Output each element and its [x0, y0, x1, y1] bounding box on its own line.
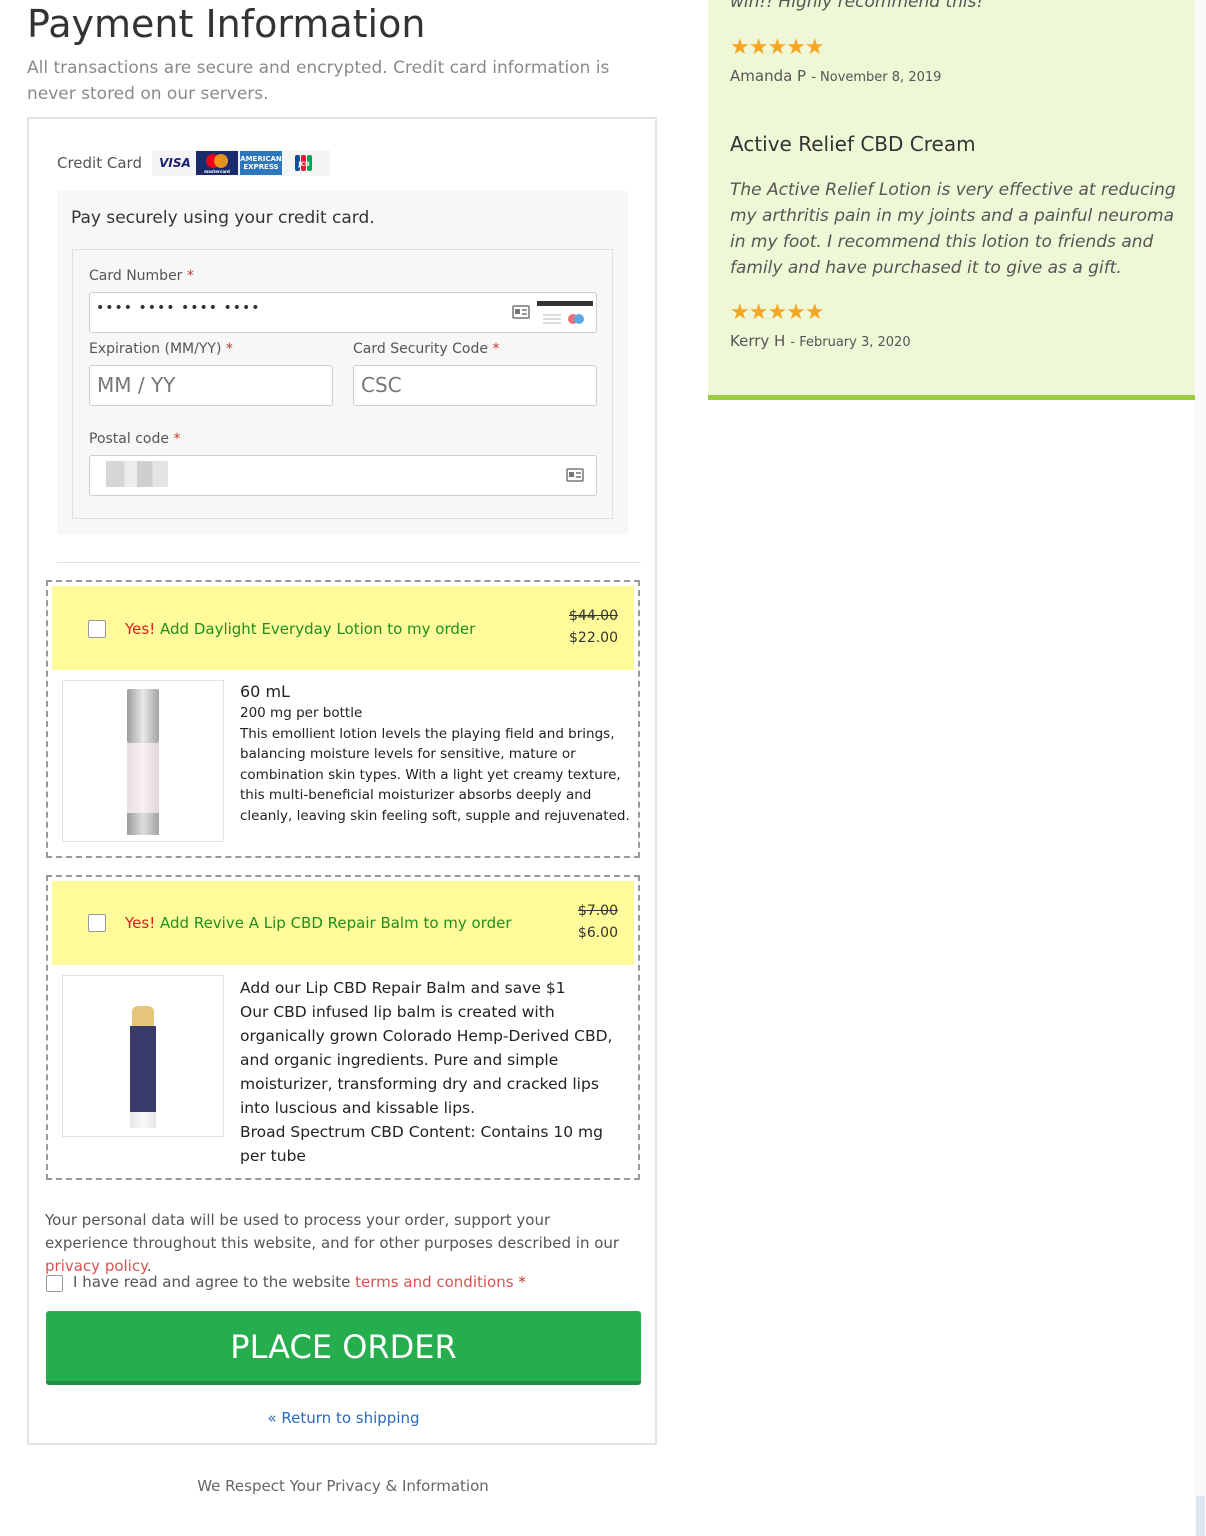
svg-text:mastercard: mastercard	[204, 169, 230, 174]
upsell-new-price: $6.00	[577, 925, 618, 941]
expiration-label: Expiration (MM/YY) *	[89, 341, 233, 357]
upsell-header: Yes! Add Daylight Everyday Lotion to my …	[52, 586, 634, 670]
card-number-label: Card Number *	[89, 268, 194, 284]
upsell-checkbox[interactable]	[88, 914, 106, 932]
place-order-button[interactable]: PLACE ORDER	[46, 1311, 641, 1385]
upsell-description: 60 mL 200 mg per bottle This emollient l…	[240, 682, 630, 824]
upsell-old-price: $44.00	[569, 608, 618, 624]
payment-method-credit-card[interactable]: Credit Card VISA mastercard AMERICAN EXP…	[57, 150, 330, 176]
contact-card-icon	[512, 305, 530, 319]
svg-text:JCB: JCB	[297, 161, 310, 168]
upsell-header: Yes! Add Revive A Lip CBD Repair Balm to…	[52, 881, 634, 965]
terms-label: I have read and agree to the website ter…	[73, 1273, 526, 1291]
generic-card-icon	[537, 301, 593, 324]
upsell-lip-balm: Yes! Add Revive A Lip CBD Repair Balm to…	[46, 875, 640, 1180]
credit-card-description: Pay securely using your credit card.	[71, 208, 375, 228]
amex-logo: AMERICAN EXPRESS	[239, 151, 282, 175]
return-to-shipping-link[interactable]: « Return to shipping	[46, 1409, 641, 1427]
divider	[57, 562, 641, 563]
upsell-old-price: $7.00	[577, 903, 618, 919]
review-text: The Active Relief Lotion is very effecti…	[730, 180, 1176, 278]
csc-placeholder: CSC	[361, 373, 402, 397]
review-title: Active Relief CBD Cream	[730, 132, 976, 156]
scrollbar-track[interactable]	[1195, 0, 1206, 1536]
jcb-logo: JCB	[284, 151, 324, 175]
postal-code-redacted-value	[106, 461, 168, 487]
review-author-line: Amanda P - November 8, 2019	[730, 67, 942, 85]
terms-checkbox[interactable]	[46, 1275, 63, 1292]
scrollbar-thumb[interactable]	[1196, 1496, 1205, 1536]
upsell-offer-text[interactable]: Yes! Add Daylight Everyday Lotion to my …	[125, 620, 475, 638]
privacy-notice: Your personal data will be used to proce…	[45, 1211, 620, 1275]
product-image-lip-balm	[62, 975, 224, 1137]
upsell-offer-text[interactable]: Yes! Add Revive A Lip CBD Repair Balm to…	[125, 914, 512, 932]
star-rating: ★★★★★	[730, 300, 825, 325]
upsell-description: Add our Lip CBD Repair Balm and save $1 …	[240, 979, 613, 1165]
card-number-value: •••• •••• •••• ••••	[96, 300, 261, 316]
security-note: All transactions are secure and encrypte…	[27, 58, 610, 104]
review-text-partial: win!! Highly recommend this!	[730, 0, 984, 12]
payment-method-label: Credit Card	[57, 154, 142, 172]
terms-link[interactable]: terms and conditions	[355, 1273, 513, 1291]
review-author-line: Kerry H - February 3, 2020	[730, 332, 911, 350]
contact-card-icon	[566, 468, 584, 482]
upsell-new-price: $22.00	[569, 630, 618, 646]
privacy-footer-note: We Respect Your Privacy & Information	[197, 1477, 489, 1495]
reviews-panel-bottom-bar	[708, 395, 1195, 400]
product-image-lotion	[62, 680, 224, 842]
upsell-checkbox[interactable]	[88, 620, 106, 638]
card-logos: VISA mastercard AMERICAN EXPRESS JCB	[151, 150, 330, 176]
upsell-daylight-lotion: Yes! Add Daylight Everyday Lotion to my …	[46, 580, 640, 858]
star-rating: ★★★★★	[730, 35, 825, 60]
expiration-placeholder: MM / YY	[97, 373, 176, 397]
postal-code-label: Postal code *	[89, 431, 181, 447]
mastercard-logo: mastercard	[195, 151, 238, 175]
visa-logo: VISA	[159, 156, 191, 170]
csc-label: Card Security Code *	[353, 341, 500, 357]
page-title: Payment Information	[27, 2, 426, 46]
